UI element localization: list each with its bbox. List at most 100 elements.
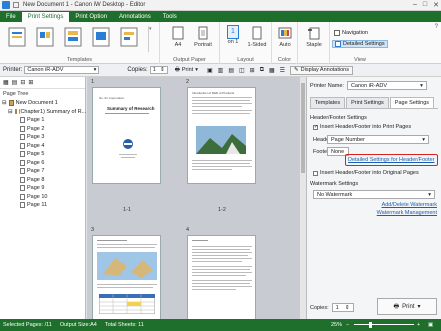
- template-icon[interactable]: [90, 26, 112, 48]
- toolbar-icon-3[interactable]: ▤: [228, 67, 234, 74]
- tree-tool-icon-1[interactable]: ▦: [3, 79, 9, 86]
- header-footer-title: Header/Footer Settings: [310, 115, 367, 121]
- toolbar-icon-4[interactable]: ◫: [239, 67, 245, 74]
- help-icon[interactable]: ?: [435, 24, 438, 30]
- minimize-icon[interactable]: –: [413, 1, 417, 9]
- watermark-select[interactable]: No Watermark ▾: [313, 190, 435, 199]
- tree-page-label: Page 8: [27, 176, 45, 183]
- tree-page[interactable]: Page 10: [2, 193, 85, 202]
- tree-page[interactable]: Page 5: [2, 150, 85, 159]
- tab-page-settings[interactable]: Page Settings: [389, 97, 435, 108]
- tab-annotations[interactable]: Annotations: [113, 11, 157, 22]
- tree-tool-icon-2[interactable]: ▤: [12, 79, 18, 86]
- chevron-down-icon: ▾: [422, 136, 425, 143]
- toolbar-icon-1[interactable]: ▣: [207, 67, 213, 74]
- status-bar: Selected Pages: /11 Output Size:A4 Total…: [0, 319, 441, 331]
- tree-page[interactable]: Page 8: [2, 176, 85, 185]
- maximize-icon[interactable]: □: [423, 1, 427, 9]
- paper-size-button[interactable]: A4: [168, 26, 188, 48]
- stepper-icon: ⇕: [160, 67, 165, 73]
- printer-name-select[interactable]: Canon iR-ADV ▾: [346, 81, 427, 90]
- tree-page[interactable]: Page 11: [2, 201, 85, 210]
- watermark-row: No Watermark ▾: [313, 190, 435, 199]
- toolbar-icon-8[interactable]: ☰: [280, 67, 285, 74]
- detailed-settings-link[interactable]: Detailed Settings for Header/Footer: [348, 157, 435, 163]
- quick-access-icon[interactable]: [13, 2, 19, 8]
- navigation-toggle[interactable]: Navigation: [332, 30, 370, 36]
- tree-page[interactable]: Page 3: [2, 133, 85, 142]
- navigation-icon: [334, 30, 340, 36]
- document-view[interactable]: 1 2 No. 01 Corporation Summary of Resear…: [87, 77, 306, 319]
- tree-page[interactable]: Page 1: [2, 116, 85, 125]
- header-label: Header: [313, 136, 332, 143]
- pane-copies-label: Copies:: [310, 304, 329, 311]
- print-label: Print: [181, 67, 194, 73]
- tree-tool-icon-3[interactable]: ⊟: [20, 79, 25, 86]
- zoom-in-icon[interactable]: +: [417, 322, 420, 328]
- template-icon[interactable]: [34, 26, 56, 48]
- page-thumbnail[interactable]: [187, 235, 256, 319]
- layout-group: 1 on 1 1-Sided Layout: [220, 22, 272, 64]
- display-annotations-button[interactable]: ✎ Display Annotations: [290, 65, 353, 75]
- page-thumbnail[interactable]: [92, 235, 161, 319]
- color-mode-button[interactable]: Auto: [275, 26, 295, 48]
- tab-print-option[interactable]: Print Option: [69, 11, 113, 22]
- tree-tool-icon-4[interactable]: ⊞: [28, 79, 33, 86]
- scrollbar-thumb[interactable]: [301, 83, 305, 173]
- template-icon[interactable]: [62, 26, 84, 48]
- paper-size-label: A4: [174, 42, 182, 48]
- page-tree-pane: ▦ ▤ ⊟ ⊞ Page Tree ⊟ New Document 1 ⊟ (Chap…: [0, 77, 86, 319]
- tab-print-settings-pane[interactable]: Print Settings: [346, 97, 389, 108]
- tree-page[interactable]: Page 4: [2, 142, 85, 151]
- fit-page-icon[interactable]: ▣: [428, 322, 433, 328]
- sided-button[interactable]: 1-Sided: [245, 26, 269, 48]
- toolbar-icon-2[interactable]: ▥: [218, 67, 224, 74]
- pages-per-sheet-button[interactable]: 1 on 1: [223, 25, 243, 45]
- orientation-label: Portrait: [194, 42, 212, 48]
- add-delete-watermark-link[interactable]: Add/Delete Watermark: [382, 202, 437, 208]
- tree-page-label: Page 9: [27, 185, 45, 192]
- page-thumbnail[interactable]: No. 01 Corporation Summary of Research: [92, 87, 161, 184]
- gallery-more-icon[interactable]: ▾: [148, 26, 154, 52]
- watermark-management-link[interactable]: Watermark Management: [377, 210, 437, 216]
- detailed-settings-toggle[interactable]: Detailed Settings: [332, 40, 388, 48]
- tree-root[interactable]: ⊟ New Document 1: [2, 99, 85, 108]
- toolbar-icon-5[interactable]: ⊞: [250, 67, 255, 74]
- tab-tools[interactable]: Tools: [157, 11, 183, 22]
- checkbox-checked-icon: [313, 124, 318, 130]
- close-icon[interactable]: ✕: [433, 1, 439, 9]
- tree-page-label: Page 11: [27, 202, 48, 209]
- insert-hf-checkbox[interactable]: Insert Header/Footer into Print Pages: [313, 124, 411, 130]
- page-thumbnail[interactable]: Introduction of R&D of Products: [187, 87, 256, 184]
- insert-original-checkbox[interactable]: Insert Header/Footer into Original Pages: [313, 170, 419, 176]
- layout-group-label: Layout: [237, 57, 254, 63]
- tab-file[interactable]: File: [0, 11, 22, 22]
- toolbar-icon-6[interactable]: ⧉: [260, 67, 264, 74]
- tree-chapter[interactable]: ⊟ (Chapter1) Summary of R...: [2, 108, 86, 117]
- collapse-icon[interactable]: ⊟: [2, 100, 7, 106]
- tree-page[interactable]: Page 7: [2, 167, 85, 176]
- staple-button[interactable]: Staple: [302, 26, 326, 48]
- zoom-slider-thumb[interactable]: [369, 322, 372, 328]
- zoom-slider[interactable]: [354, 324, 414, 325]
- template-icon[interactable]: [6, 26, 28, 48]
- print-button[interactable]: 🖶 Print ▾: [172, 66, 201, 75]
- tree-page[interactable]: Page 9: [2, 184, 85, 193]
- header-select[interactable]: Page Number ▾: [327, 135, 429, 144]
- pane-print-button[interactable]: 🖶 Print ▾: [377, 298, 437, 315]
- collapse-icon[interactable]: ⊟: [8, 109, 13, 115]
- orientation-button[interactable]: Portrait: [190, 26, 216, 48]
- tab-print-settings[interactable]: Print Settings: [21, 12, 70, 22]
- zoom-out-icon[interactable]: −: [346, 322, 349, 328]
- document-icon: [8, 100, 14, 107]
- copies-input[interactable]: 1 ⇕: [149, 66, 168, 74]
- pane-copies-input[interactable]: 1 ⇕: [331, 303, 354, 312]
- tab-templates[interactable]: Templates: [310, 97, 346, 108]
- tree-page-label: Page 5: [27, 151, 45, 158]
- toolbar-icon-7[interactable]: ▦: [269, 67, 275, 74]
- printer-select[interactable]: Canon iR-ADV ▾: [24, 66, 100, 74]
- template-icon[interactable]: [118, 26, 140, 48]
- tree-page[interactable]: Page 6: [2, 159, 85, 168]
- tree-page[interactable]: Page 2: [2, 125, 85, 134]
- output-paper-group-label: Output Paper: [173, 57, 206, 63]
